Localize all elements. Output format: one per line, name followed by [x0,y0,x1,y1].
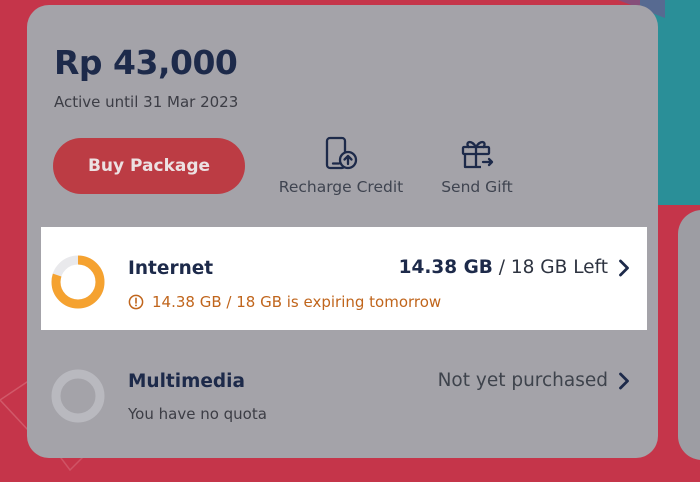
internet-quota-amount: 14.38 GB / 18 GB Left [399,257,630,278]
multimedia-status: Not yet purchased [438,370,630,391]
internet-used: 14.38 GB [398,257,493,278]
buy-package-button[interactable]: Buy Package [53,138,245,194]
active-until-text: Active until 31 Mar 2023 [54,93,239,111]
recharge-credit-button[interactable]: Recharge Credit [267,136,415,196]
multimedia-quota-row[interactable]: Multimedia Not yet purchased You have no… [41,347,647,437]
gift-icon [461,140,494,169]
multimedia-status-text: Not yet purchased [437,370,608,391]
multimedia-note: You have no quota [128,405,267,423]
internet-expiry-note: 14.38 GB / 18 GB is expiring tomorrow [128,293,441,311]
multimedia-title: Multimedia [128,371,245,392]
balance-amount: Rp 43,000 [54,43,238,82]
chevron-right-icon[interactable] [618,259,630,277]
internet-quota-ring [51,255,105,309]
phone-upload-icon [325,136,358,170]
recharge-credit-label: Recharge Credit [278,178,404,196]
next-card-peek[interactable] [678,210,700,460]
alert-circle-icon [128,294,144,310]
internet-title: Internet [128,258,214,279]
chevron-right-icon[interactable] [618,372,630,390]
multimedia-note-text: You have no quota [128,405,267,423]
send-gift-label: Send Gift [441,178,513,196]
internet-note-text: 14.38 GB / 18 GB is expiring tomorrow [152,293,442,311]
send-gift-button[interactable]: Send Gift [433,136,521,196]
internet-total: / 18 GB Left [498,257,608,278]
balance-card: Rp 43,000 Active until 31 Mar 2023 Buy P… [27,5,658,458]
multimedia-quota-ring [51,369,105,423]
internet-quota-row[interactable]: Internet 14.38 GB / 18 GB Left 14.38 GB … [41,227,647,330]
